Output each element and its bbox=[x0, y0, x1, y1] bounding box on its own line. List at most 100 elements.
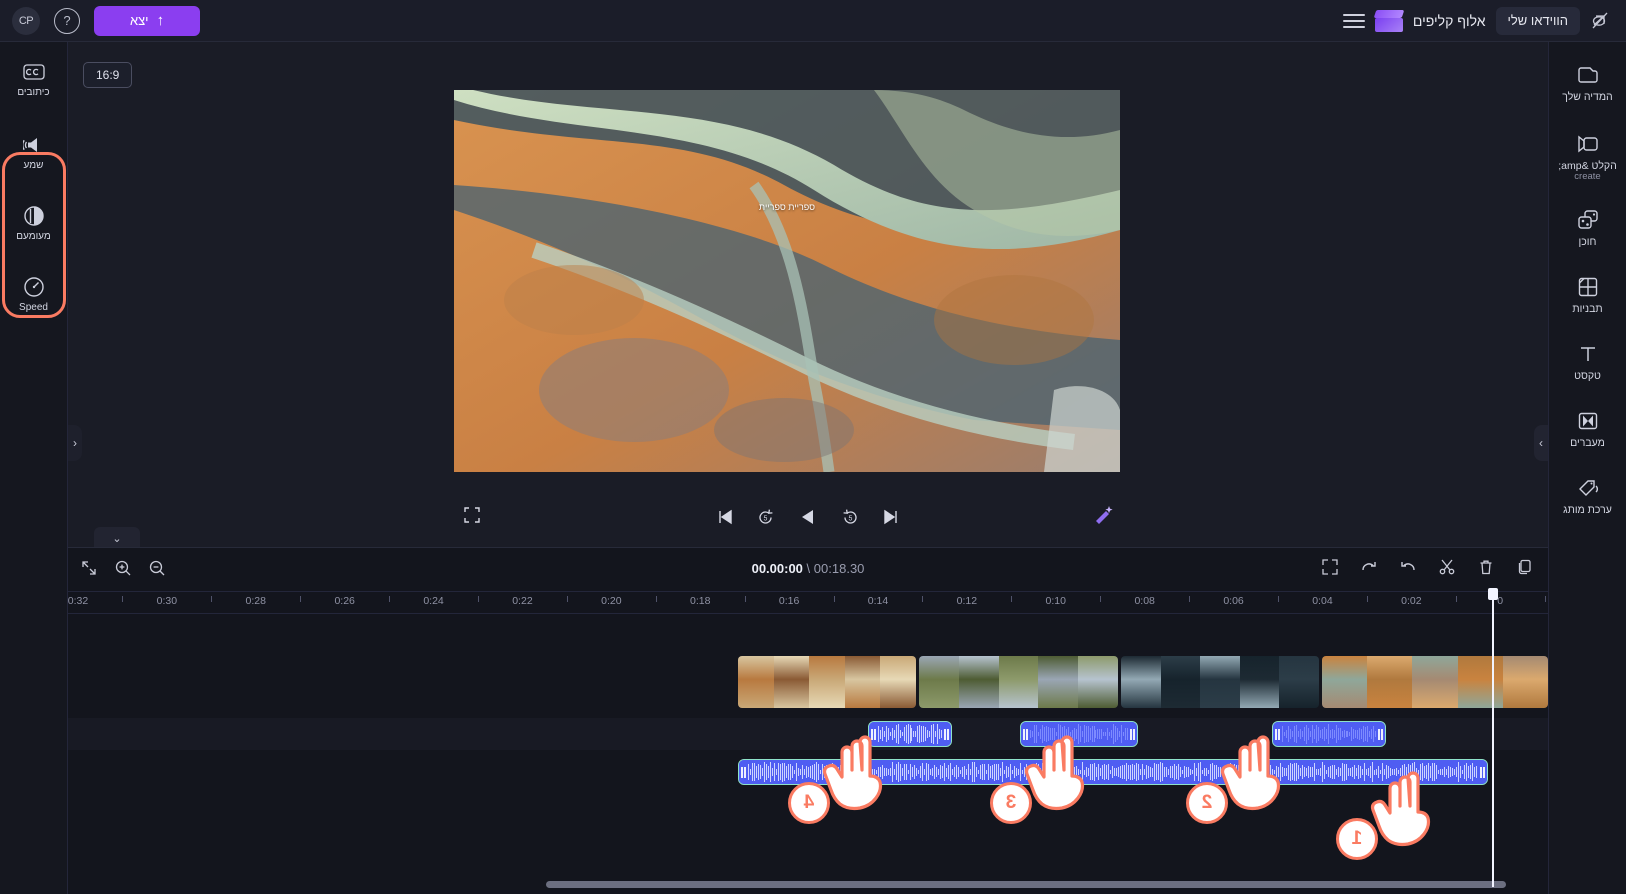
expand-icon[interactable] bbox=[1321, 558, 1339, 576]
help-icon[interactable]: ? bbox=[54, 7, 80, 34]
clip-thumbnail-strip bbox=[738, 656, 916, 708]
left-rail-item-audio[interactable]: שמע bbox=[3, 127, 65, 176]
duplicate-icon[interactable] bbox=[1516, 558, 1534, 576]
clip-trim-handle-right[interactable] bbox=[1478, 760, 1487, 784]
video-track[interactable] bbox=[68, 656, 1548, 708]
clipchamp-logo-icon[interactable] bbox=[1373, 9, 1405, 32]
clip-thumbnail bbox=[1038, 656, 1079, 708]
delete-icon[interactable] bbox=[1477, 558, 1495, 576]
ruler-tick-mark bbox=[833, 596, 835, 602]
timeline-collapse-chevron-icon[interactable]: ⌄ bbox=[94, 527, 140, 549]
clip-thumbnail bbox=[773, 656, 810, 708]
audio-waveform bbox=[878, 722, 942, 746]
skip-to-start-icon[interactable] bbox=[716, 508, 734, 526]
redo-icon[interactable] bbox=[1360, 558, 1378, 576]
audio-track-lower[interactable] bbox=[68, 756, 1548, 788]
video-clip[interactable] bbox=[1322, 656, 1548, 708]
fade-icon bbox=[23, 205, 45, 227]
play-icon[interactable] bbox=[797, 506, 819, 528]
right-rail-item-content[interactable]: חוכן bbox=[1551, 201, 1625, 254]
audio-clip[interactable] bbox=[868, 721, 952, 747]
export-button[interactable]: ↑ יצא bbox=[94, 5, 200, 36]
aspect-ratio-button[interactable]: 16:9 bbox=[83, 62, 133, 88]
ruler-tick-label: 0:12 bbox=[956, 595, 978, 607]
top-bar-left-group: CP ? ↑ יצא bbox=[0, 5, 200, 36]
share-off-icon[interactable] bbox=[1590, 11, 1612, 31]
left-rail-item-captions[interactable]: כיתובים bbox=[3, 54, 65, 103]
split-scissors-icon[interactable] bbox=[1438, 558, 1456, 576]
right-rail-item-text[interactable]: טקסט bbox=[1551, 335, 1625, 388]
clip-trim-handle-right[interactable] bbox=[1376, 722, 1385, 746]
ruler-tick-label: 0:20 bbox=[601, 595, 622, 607]
audio-clip-main[interactable] bbox=[738, 759, 1488, 785]
right-rail-label-transitions: מעברים bbox=[1570, 437, 1605, 450]
left-rail-item-fade[interactable]: מעומעם bbox=[3, 198, 65, 247]
ruler-tick-mark bbox=[122, 596, 124, 602]
rewind-5s-icon[interactable]: 5 bbox=[756, 508, 775, 527]
clip-thumbnail bbox=[809, 656, 845, 708]
left-rail-item-speed[interactable]: Speed bbox=[3, 269, 65, 318]
expand-left-panel-chevron-icon[interactable]: › bbox=[68, 425, 82, 461]
clip-trim-handle-left[interactable] bbox=[739, 760, 748, 784]
video-clip[interactable] bbox=[919, 656, 1118, 708]
ruler-tick-label: 0:18 bbox=[690, 595, 711, 607]
project-title-button[interactable]: הווידאו שלי bbox=[1495, 6, 1580, 35]
clip-thumbnail-strip bbox=[919, 656, 1118, 708]
right-rail-label-templates: תבניות bbox=[1572, 303, 1603, 316]
audio-clip[interactable] bbox=[1272, 721, 1386, 747]
timeline-toolbar: 00.00:00 \ 00:18.30 bbox=[68, 548, 1548, 592]
video-preview-stage[interactable]: ספריית ספריית bbox=[454, 90, 1120, 472]
clip-thumbnail bbox=[1239, 656, 1280, 708]
clip-thumbnail bbox=[844, 656, 881, 708]
clip-thumbnail bbox=[1160, 656, 1201, 708]
ai-magic-icon[interactable] bbox=[1093, 504, 1115, 531]
ruler-tick-label: 0 bbox=[1497, 595, 1504, 607]
right-rail-item-brand-kit[interactable]: ערכת מותג bbox=[1551, 469, 1625, 522]
brand-kit-icon bbox=[1576, 477, 1600, 499]
ruler-tick-mark bbox=[1189, 596, 1191, 602]
collapse-right-panel-chevron-icon[interactable]: ‹ bbox=[1534, 425, 1548, 461]
timeline-horizontal-scrollbar[interactable] bbox=[68, 881, 1548, 888]
right-rail-item-transitions[interactable]: מעברים bbox=[1551, 402, 1625, 455]
media-icon bbox=[1577, 64, 1599, 86]
ruler-tick-label: 0:16 bbox=[778, 595, 800, 607]
ruler-tick-label: 0:26 bbox=[334, 595, 355, 607]
audio-clip[interactable] bbox=[1020, 721, 1138, 747]
skip-to-end-icon[interactable] bbox=[882, 508, 900, 526]
menu-hamburger-icon[interactable] bbox=[1342, 10, 1365, 32]
right-rail-item-record-create[interactable]: הקלט &amp; create bbox=[1551, 125, 1625, 189]
ruler-tick-mark bbox=[1277, 596, 1279, 602]
audio-icon bbox=[22, 134, 45, 156]
ruler-tick-label: 0:02 bbox=[1401, 595, 1422, 607]
ruler-tick-label: 0:22 bbox=[512, 595, 533, 607]
ruler-tick-mark bbox=[655, 596, 657, 602]
undo-icon[interactable] bbox=[1399, 558, 1417, 576]
ruler-tick-mark bbox=[566, 596, 568, 602]
captions-icon bbox=[22, 61, 45, 83]
cp-account-badge[interactable]: CP bbox=[12, 6, 40, 35]
clip-thumbnail bbox=[1457, 656, 1503, 708]
audio-track-upper[interactable] bbox=[68, 718, 1548, 750]
right-rail-item-templates[interactable]: תבניות bbox=[1551, 268, 1625, 321]
preview-panel: 16:9 ספריית ספריית 5 5 bbox=[68, 42, 1548, 547]
video-clip[interactable] bbox=[1121, 656, 1319, 708]
forward-5s-icon[interactable]: 5 bbox=[841, 508, 860, 527]
clip-trim-handle-left[interactable] bbox=[1273, 722, 1282, 746]
clip-trim-handle-right[interactable] bbox=[942, 722, 951, 746]
video-clip[interactable] bbox=[738, 656, 916, 708]
clip-trim-handle-right[interactable] bbox=[1128, 722, 1137, 746]
timeline-ruler[interactable]: 0:32 0:30 0:28 0:26 0:24 0:22 0:20 0:18 0:16 0:14… bbox=[68, 592, 1548, 614]
clip-trim-handle-left[interactable] bbox=[1021, 722, 1030, 746]
clip-thumbnail bbox=[1121, 656, 1161, 708]
clip-thumbnail bbox=[1279, 656, 1319, 708]
ruler-tick-mark bbox=[1100, 596, 1102, 602]
playhead[interactable] bbox=[1488, 588, 1498, 887]
right-rail-item-media[interactable]: המדיה שלך bbox=[1551, 56, 1625, 109]
ruler-tick-label: 0:08 bbox=[1134, 595, 1155, 607]
clipchamp-editor: CP ? ↑ יצא אלוף קליפים הווידאו שלי כיתוב… bbox=[0, 0, 1626, 894]
preview-frame-image bbox=[454, 90, 1120, 472]
scrollbar-thumb[interactable] bbox=[546, 881, 1506, 888]
clip-trim-handle-left[interactable] bbox=[869, 722, 878, 746]
clip-thumbnail bbox=[1502, 656, 1548, 708]
playback-controls-bar: 5 5 bbox=[68, 494, 1548, 540]
